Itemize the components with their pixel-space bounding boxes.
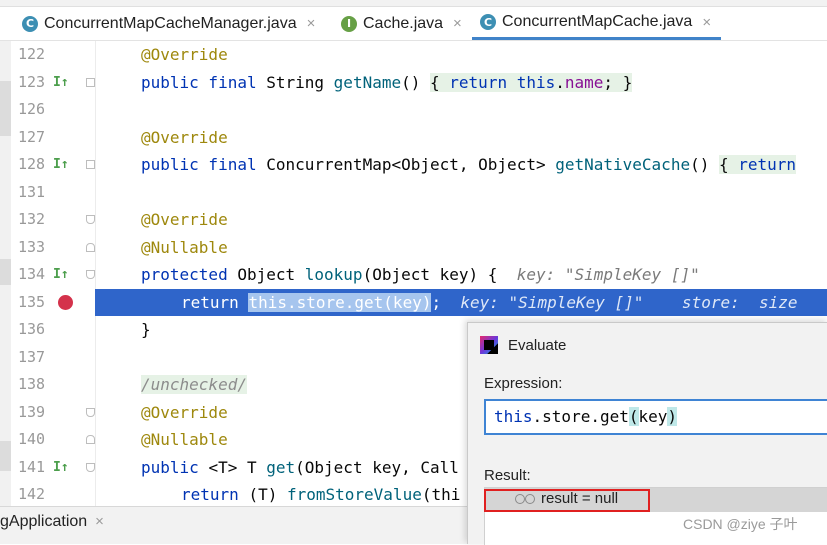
code-text: @Override (141, 127, 228, 147)
fold-toggle-icon[interactable] (86, 435, 95, 444)
code-line: 131 (0, 179, 827, 207)
code-line: 132 @Override (0, 206, 827, 234)
class-file-icon: C (22, 15, 38, 32)
fold-toggle-icon[interactable] (86, 270, 95, 279)
breadcrumb-strip (0, 0, 827, 7)
expression-input[interactable]: this.store.get(key) (484, 399, 827, 435)
code-line: 133 @Nullable (0, 234, 827, 262)
line-number: 138 (18, 375, 46, 393)
code-text: public <T> T get(Object key, Call (141, 457, 459, 477)
line-number: 123 (18, 72, 46, 91)
result-label: Result: (484, 467, 531, 484)
class-file-icon: C (480, 14, 496, 30)
evaluate-dialog: Evaluate Expression: this.store.get(key)… (467, 322, 827, 545)
breakpoint-icon[interactable] (58, 294, 73, 310)
line-number: 127 (18, 127, 46, 146)
code-line: 123 I↑ public final String getName() { r… (0, 69, 827, 97)
inline-debug-hint: key: "SimpleKey []" (516, 265, 700, 284)
code-text: @Override (141, 402, 228, 422)
code-text: return (T) fromStoreValue(thi (181, 485, 461, 504)
line-number: 132 (18, 210, 46, 228)
run-tab-label: gApplication (0, 513, 88, 530)
fold-toggle-icon[interactable] (86, 160, 95, 169)
line-number: 139 (18, 402, 46, 421)
code-text: /unchecked/ (141, 375, 247, 394)
fold-toggle-icon[interactable] (86, 215, 95, 224)
close-icon[interactable]: × (453, 15, 462, 32)
expression-text: this.store.get(key) (494, 407, 678, 426)
current-execution-line: return this.store.get(key); key: "Simple… (95, 288, 827, 316)
close-icon[interactable]: × (307, 15, 316, 32)
line-number: 133 (18, 237, 46, 256)
line-number: 142 (18, 485, 46, 503)
line-number: 128 (18, 155, 46, 173)
line-number: 137 (18, 347, 46, 366)
implements-icon[interactable]: I↑ (53, 460, 69, 475)
line-number: 141 (18, 457, 46, 476)
code-text: @Nullable (141, 237, 228, 257)
line-number: 131 (18, 182, 46, 201)
selected-expression[interactable]: this.store.get(key) (248, 292, 432, 312)
jetbrains-logo-icon (480, 336, 498, 354)
code-text: } (141, 320, 151, 339)
code-text: @Override (141, 45, 228, 64)
implements-icon[interactable]: I↑ (53, 267, 69, 282)
code-text: public final ConcurrentMap<Object, Objec… (141, 155, 797, 174)
code-text: @Override (141, 210, 228, 229)
interface-file-icon: I (341, 15, 357, 32)
fold-toggle-icon[interactable] (86, 242, 95, 252)
code-text: return this.store.get(key); key: "Simple… (181, 292, 798, 312)
fold-toggle-icon[interactable] (86, 462, 95, 472)
run-config-tab[interactable]: gApplication × (0, 513, 104, 531)
line-number: 126 (18, 100, 46, 118)
tab-label: ConcurrentMapCacheManager.java (44, 14, 297, 32)
editor-tab-bar: C ConcurrentMapCacheManager.java × I Cac… (0, 0, 827, 41)
code-text: public final String getName() { return t… (141, 72, 633, 92)
line-number: 136 (18, 320, 46, 338)
code-line: 128 I↑ public final ConcurrentMap<Object… (0, 151, 827, 179)
code-line: 134 I↑ protected Object lookup(Object ke… (0, 261, 827, 289)
tab-concurrent-map-cache[interactable]: C ConcurrentMapCache.java × (472, 7, 722, 40)
line-number: 134 (18, 265, 46, 283)
code-line: 127 @Override (0, 124, 827, 152)
expression-label: Expression: (484, 375, 563, 392)
inline-debug-hint: key: "SimpleKey []" store: size (460, 292, 798, 312)
code-line: 126 (0, 96, 827, 124)
close-icon[interactable]: × (95, 513, 104, 530)
line-number: 140 (18, 430, 46, 448)
line-number: 135 (18, 292, 46, 311)
tab-cache[interactable]: I Cache.java × (341, 7, 462, 40)
fold-toggle-icon[interactable] (86, 407, 95, 417)
close-icon[interactable]: × (702, 14, 711, 31)
fold-toggle-icon[interactable] (86, 77, 95, 87)
code-text: protected Object lookup(Object key) { ke… (141, 265, 700, 284)
result-highlight-box (484, 489, 650, 512)
code-line: 122 @Override (0, 41, 827, 69)
implements-icon[interactable]: I↑ (53, 75, 69, 90)
line-number: 122 (18, 45, 46, 63)
watermark: CSDN @ziye 子叶 (683, 516, 798, 532)
tab-concurrent-map-cache-manager[interactable]: C ConcurrentMapCacheManager.java × (22, 7, 315, 40)
dialog-title: Evaluate (508, 336, 567, 354)
code-line: 135 (0, 289, 95, 317)
implements-icon[interactable]: I↑ (53, 157, 69, 172)
tab-label: ConcurrentMapCache.java (502, 13, 693, 30)
dialog-title-bar[interactable]: Evaluate (480, 336, 566, 354)
code-text: @Nullable (141, 430, 228, 449)
tab-label: Cache.java (363, 14, 444, 32)
